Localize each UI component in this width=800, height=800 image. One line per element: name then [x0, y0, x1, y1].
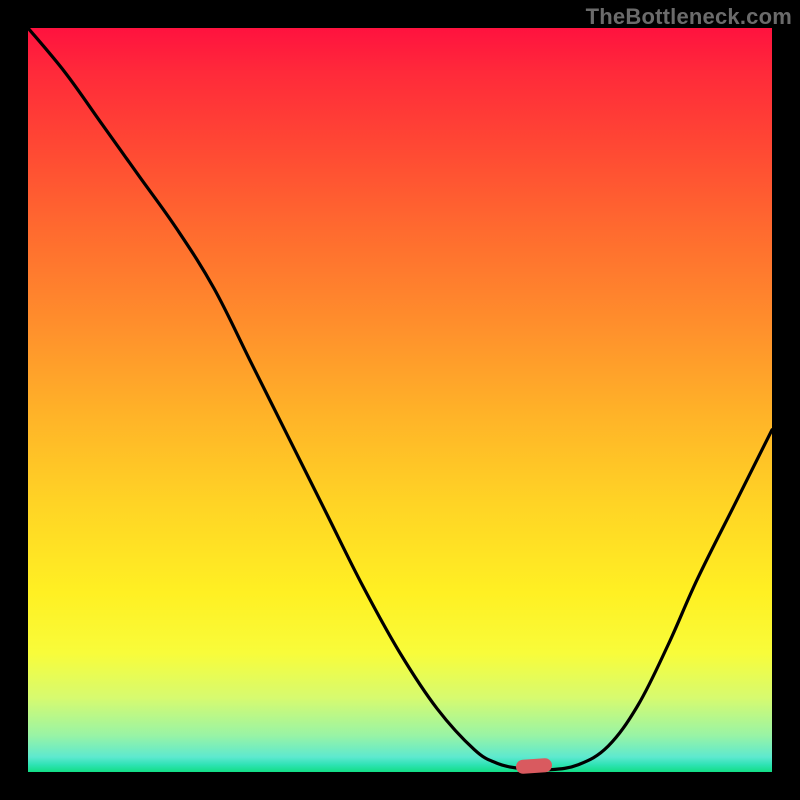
chart-background-gradient	[28, 28, 772, 772]
watermark-text: TheBottleneck.com	[586, 4, 792, 30]
chart-frame	[28, 28, 772, 772]
